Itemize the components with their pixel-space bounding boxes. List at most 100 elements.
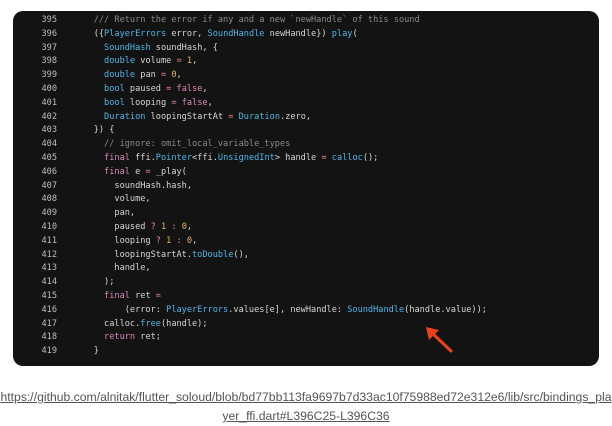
line-number: 395: [41, 15, 57, 25]
code-token: SoundHandle: [347, 304, 405, 315]
code-line: 419 }: [13, 345, 599, 359]
code-line: 402 Duration loopingStartAt = Duration.z…: [13, 111, 599, 125]
line-number: 397: [41, 42, 57, 53]
code-line: 413 handle,: [13, 262, 599, 276]
code-line: 418 return ret;: [13, 331, 599, 345]
code-text: final ret =: [73, 290, 161, 304]
line-number: 411: [41, 235, 57, 246]
code-token: play: [331, 28, 353, 39]
code-line: 410 paused ? 1 : 0,: [13, 221, 599, 235]
code-token: final: [104, 290, 130, 301]
code-line: 416 (error: PlayerErrors.values[e], newH…: [13, 304, 599, 318]
line-number: 403: [41, 125, 57, 136]
code-token: false: [176, 83, 203, 94]
code-line: 407 soundHash.hash,: [13, 180, 599, 194]
code-token: (handle);: [160, 318, 208, 329]
code-token: false: [181, 97, 208, 108]
code-text: return ret;: [73, 331, 161, 345]
code-token: /// Return the error if any and a new `n…: [73, 15, 420, 25]
code-token: SoundHandle: [207, 28, 265, 39]
source-link[interactable]: https://github.com/alnitak/flutter_solou…: [0, 388, 612, 426]
line-number: 407: [41, 180, 57, 191]
code-token: volume,: [73, 194, 151, 205]
code-line: 415 final ret =: [13, 290, 599, 304]
line-number: 415: [41, 290, 57, 301]
code-lines: 395 /// Return the error if any and a ne…: [13, 14, 599, 359]
code-token: PlayerErrors: [104, 28, 167, 39]
code-token: newHandle}): [264, 28, 332, 39]
code-token: volume: [135, 56, 177, 67]
line-number: 409: [41, 208, 57, 219]
code-text: }: [73, 345, 99, 359]
arrow-icon: [426, 327, 453, 353]
code-token: ,: [202, 83, 208, 94]
code-text: double volume = 1,: [73, 55, 197, 69]
code-token: handle,: [73, 263, 151, 274]
code-text: /// Return the error if any and a new `n…: [73, 14, 420, 28]
code-text: paused ? 1 : 0,: [73, 221, 192, 235]
code-token: );: [73, 277, 115, 288]
code-token: > handle: [274, 152, 322, 163]
code-token: pan,: [73, 208, 136, 219]
code-window: 395 /// Return the error if any and a ne…: [13, 11, 599, 366]
code-line: 403 }) {: [13, 124, 599, 138]
code-line: 395 /// Return the error if any and a ne…: [13, 14, 599, 28]
line-number: 408: [41, 194, 57, 205]
code-token: ,: [176, 70, 182, 81]
code-token: SoundHash: [104, 42, 151, 53]
code-token: return: [104, 332, 136, 343]
code-token: ffi.: [129, 152, 156, 163]
code-token: (),: [233, 249, 249, 260]
code-token: final: [104, 152, 130, 163]
code-token: soundHash.hash,: [73, 180, 192, 191]
code-token: .zero,: [280, 111, 312, 122]
code-line: 411 looping ? 1 : 0,: [13, 235, 599, 249]
code-token: calloc.: [73, 318, 141, 329]
line-number: 405: [41, 152, 57, 163]
code-text: }) {: [73, 124, 115, 138]
code-text: pan,: [73, 207, 135, 221]
line-number: 417: [41, 318, 57, 329]
code-line: 408 volume,: [13, 193, 599, 207]
code-text: (error: PlayerErrors.values[e], newHandl…: [73, 304, 487, 318]
line-number: 406: [41, 166, 57, 177]
code-token: paused: [124, 83, 167, 94]
code-token: .values[e], newHandle:: [228, 304, 348, 315]
line-number: 404: [41, 139, 57, 150]
code-line: 417 calloc.free(handle);: [13, 318, 599, 332]
code-token: loopingStartAt: [145, 111, 229, 122]
code-line: 400 bool paused = false,: [13, 83, 599, 97]
code-token: bool: [104, 83, 125, 94]
code-line: 409 pan,: [13, 207, 599, 221]
code-token: (error:: [73, 304, 167, 315]
line-number: 412: [41, 249, 57, 260]
code-token: Duration: [104, 111, 146, 122]
code-token: error,: [166, 28, 208, 39]
line-number: 414: [41, 277, 57, 288]
code-text: handle,: [73, 262, 151, 276]
code-text: volume,: [73, 193, 151, 207]
line-number: 398: [41, 56, 57, 67]
code-line: 398 double volume = 1,: [13, 55, 599, 69]
code-token: calloc: [331, 152, 363, 163]
code-text: bool paused = false,: [73, 83, 208, 97]
code-token: _play(: [150, 166, 187, 177]
code-text: soundHash.hash,: [73, 180, 192, 194]
code-text: double pan = 0,: [73, 69, 182, 83]
code-token: =: [155, 290, 161, 301]
line-number: 396: [41, 28, 57, 39]
code-line: 414 );: [13, 276, 599, 290]
code-text: SoundHash soundHash, {: [73, 42, 218, 56]
code-line: 397 SoundHash soundHash, {: [13, 42, 599, 56]
code-token: ,: [192, 56, 198, 67]
code-token: bool: [104, 97, 125, 108]
